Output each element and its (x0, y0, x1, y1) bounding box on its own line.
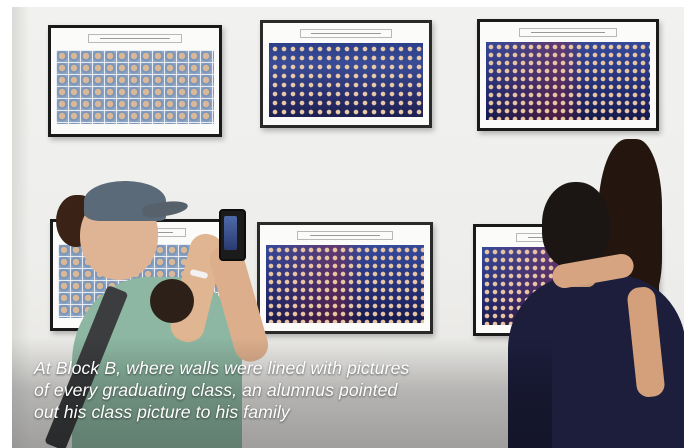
caption-line-3: out his class picture to his family (34, 402, 290, 422)
caption-line-1: At Block B, where walls were lined with … (34, 358, 410, 378)
framed-class-photo-top-right (477, 19, 659, 131)
framed-class-photo-bottom-middle (257, 222, 433, 334)
smartphone-icon (219, 209, 246, 261)
photo-caption: At Block B, where walls were lined with … (34, 357, 494, 423)
framed-class-photo-top-middle (260, 20, 432, 128)
child-head (150, 279, 194, 323)
caption-line-2: of every graduating class, an alumnus po… (34, 380, 398, 400)
framed-class-portrait-grid-top-left (48, 25, 222, 137)
